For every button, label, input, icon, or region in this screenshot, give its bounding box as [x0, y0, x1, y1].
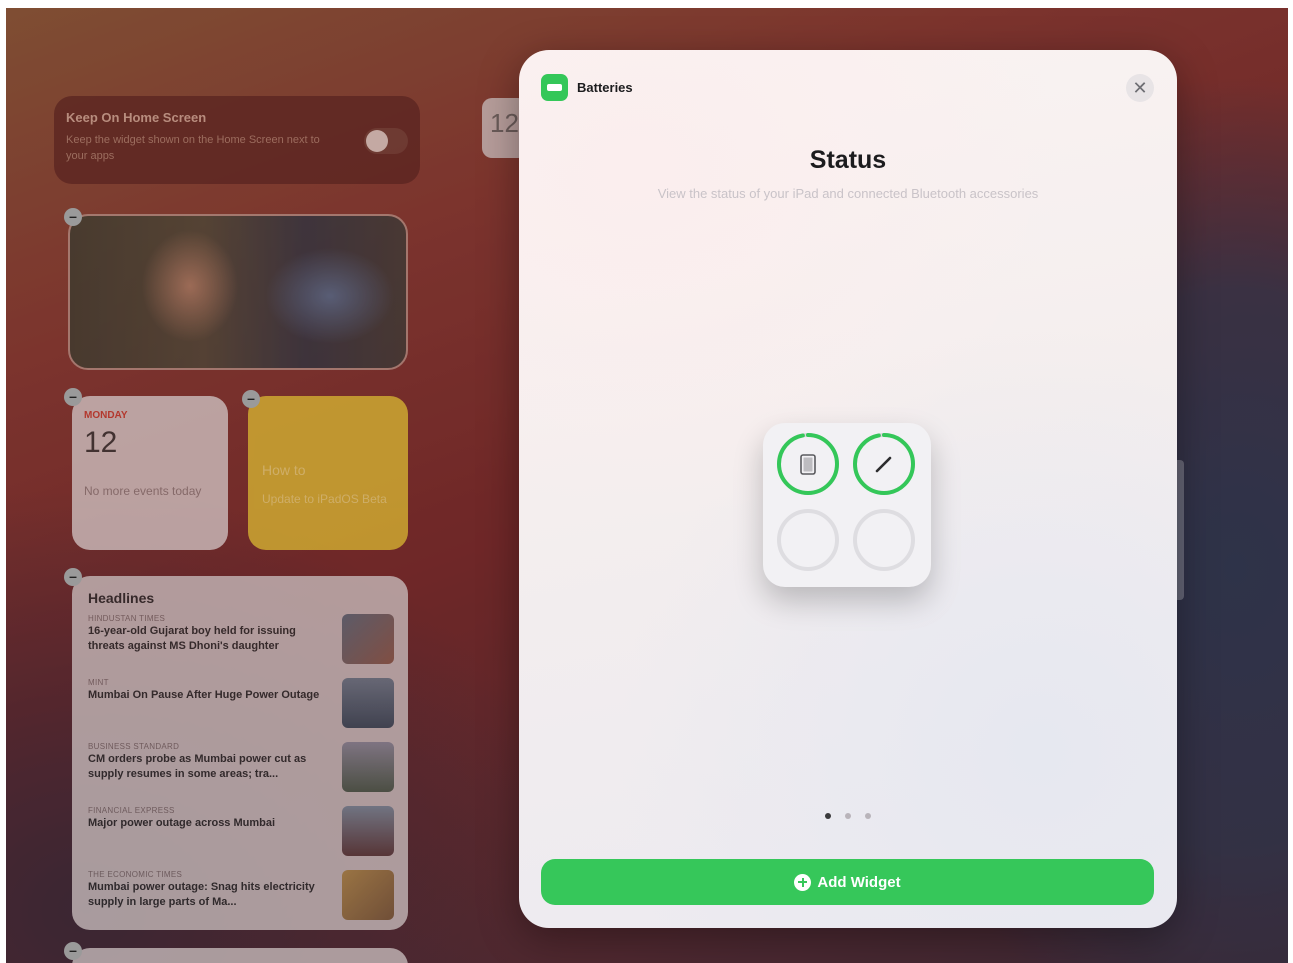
empty-battery-slot	[853, 509, 915, 571]
news-thumbnail	[342, 678, 394, 728]
calendar-events: No more events today	[84, 484, 202, 498]
remove-widget-icon[interactable]: –	[64, 208, 82, 226]
news-thumbnail	[342, 614, 394, 664]
keep-on-home-screen-card: Keep On Home Screen Keep the widget show…	[54, 96, 420, 184]
news-item[interactable]: BUSINESS STANDARD CM orders probe as Mum…	[88, 742, 400, 798]
news-headline: CM orders probe as Mumbai power cut as s…	[88, 753, 307, 780]
page-indicator[interactable]	[825, 811, 871, 821]
batteries-app-icon	[541, 74, 568, 101]
app-name: Batteries	[577, 80, 633, 95]
remove-widget-icon[interactable]: –	[64, 942, 82, 960]
empty-battery-slot	[777, 509, 839, 571]
remove-widget-icon[interactable]: –	[242, 390, 260, 408]
plus-circle-icon	[794, 873, 812, 891]
batteries-widget-preview[interactable]	[763, 423, 931, 587]
ipad-icon	[800, 454, 816, 475]
news-thumbnail	[342, 742, 394, 792]
news-headline: 16-year-old Gujarat boy held for issuing…	[88, 625, 296, 652]
calendar-weekday: MONDAY	[84, 410, 128, 421]
calendar-day: 12	[84, 426, 118, 459]
widget-gallery-sheet: Batteries ✕ Status View the status of yo…	[519, 50, 1177, 928]
page-dot[interactable]	[845, 813, 851, 819]
page-dot[interactable]	[825, 813, 831, 819]
news-widget: Headlines HINDUSTAN TIMES 16-year-old Gu…	[72, 576, 408, 930]
news-item[interactable]: FINANCIAL EXPRESS Major power outage acr…	[88, 806, 400, 862]
ipad-battery-ring	[777, 433, 839, 495]
notes-widget: How to Update to iPadOS Beta	[248, 396, 408, 550]
news-item[interactable]: HINDUSTAN TIMES 16-year-old Gujarat boy …	[88, 614, 400, 670]
add-widget-label: Add Widget	[817, 873, 901, 891]
partial-widget	[72, 948, 408, 963]
photos-widget	[68, 214, 408, 370]
news-headline: Mumbai power outage: Snag hits electrici…	[88, 881, 315, 908]
news-heading: Headlines	[88, 590, 155, 606]
news-thumbnail	[342, 806, 394, 856]
remove-widget-icon[interactable]: –	[64, 388, 82, 406]
close-button[interactable]: ✕	[1126, 74, 1154, 102]
pencil-battery-ring	[853, 433, 915, 495]
news-thumbnail	[342, 870, 394, 920]
pencil-icon	[875, 456, 892, 473]
page-dot[interactable]	[865, 813, 871, 819]
news-headline: Mumbai On Pause After Huge Power Outage	[88, 689, 320, 701]
widget-title: Status	[809, 146, 887, 174]
notes-description: Update to iPadOS Beta	[262, 492, 387, 506]
keep-on-home-title: Keep On Home Screen	[66, 110, 207, 125]
keep-on-home-description: Keep the widget shown on the Home Screen…	[66, 134, 320, 162]
news-item[interactable]: THE ECONOMIC TIMES Mumbai power outage: …	[88, 870, 400, 926]
keep-on-home-toggle[interactable]	[364, 128, 408, 154]
widget-description: View the status of your iPad and connect…	[657, 186, 1039, 201]
notes-title: How to	[262, 462, 306, 478]
news-headline: Major power outage across Mumbai	[88, 817, 276, 829]
calendar-small-day: 12	[490, 108, 519, 138]
add-widget-button[interactable]: Add Widget	[541, 859, 1154, 905]
calendar-widget: MONDAY 12 No more events today	[72, 396, 228, 550]
news-item[interactable]: MINT Mumbai On Pause After Huge Power Ou…	[88, 678, 400, 734]
remove-widget-icon[interactable]: –	[64, 568, 82, 586]
